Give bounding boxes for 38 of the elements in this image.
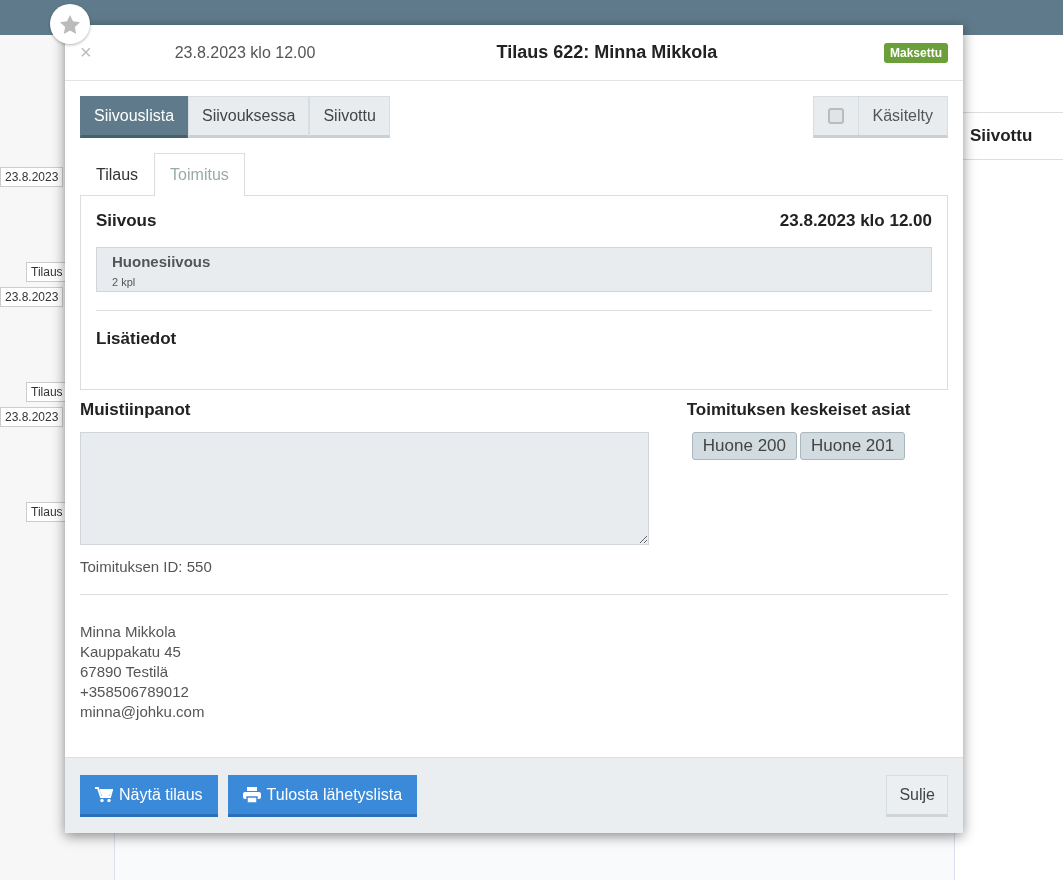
address-line: Kauppakatu 45 [80,643,182,660]
address-line: 67890 Testilä [80,663,170,680]
item-name: Huonesiivous [112,253,212,270]
star-icon [60,14,80,34]
service-datetime: 23.8.2023 klo 12.00 [779,211,932,231]
status-button[interactable]: Siivottu [309,96,390,138]
status-badge: Maksettu [884,42,948,63]
processed-label: Käsitelty [871,106,934,126]
tab[interactable]: Tilaus [80,153,155,196]
order-label: Tilaus [26,382,68,402]
status-button[interactable]: Siivouslista [80,96,189,138]
cart-icon [95,786,113,803]
service-heading: Siivous [96,211,157,231]
address-line: Minna Mikkola [80,623,177,640]
key-points-heading: Toimituksen keskeiset asiat [686,400,911,420]
date-label: 23.8.2023 [0,287,64,307]
date-label: 23.8.2023 [0,407,64,427]
dialog-title: Tilaus 622: Minna Mikkola [495,42,719,63]
dialog-date: 23.8.2023 klo 12.00 [173,43,317,62]
room-tag: Huone 201 [800,432,906,460]
room-tag: Huone 200 [691,432,797,460]
order-label: Tilaus [26,262,68,282]
close-dialog-button[interactable]: Sulje [886,774,948,817]
address-line: +358506789012 [80,683,190,700]
printer-icon [242,786,261,803]
item-quantity: 2 kpl [112,276,137,288]
section-heading: Lisätiedot [96,329,178,349]
order-label: Tilaus [26,502,68,522]
show-order-button[interactable]: Näytä tilaus [80,774,218,817]
print-button[interactable]: Tulosta lähetyslista [227,774,418,817]
processed-toggle[interactable]: Käsitelty [812,96,948,138]
notes-field[interactable] [80,432,649,545]
address-line: minna@johku.com [80,703,206,720]
notes-label: Muistiinpanot [80,400,191,419]
delivery-id: Toimituksen ID: 550 [80,558,213,575]
checkbox[interactable] [827,108,844,124]
date-label: 23.8.2023 [0,167,64,187]
status-button[interactable]: Siivouksessa [188,96,310,138]
